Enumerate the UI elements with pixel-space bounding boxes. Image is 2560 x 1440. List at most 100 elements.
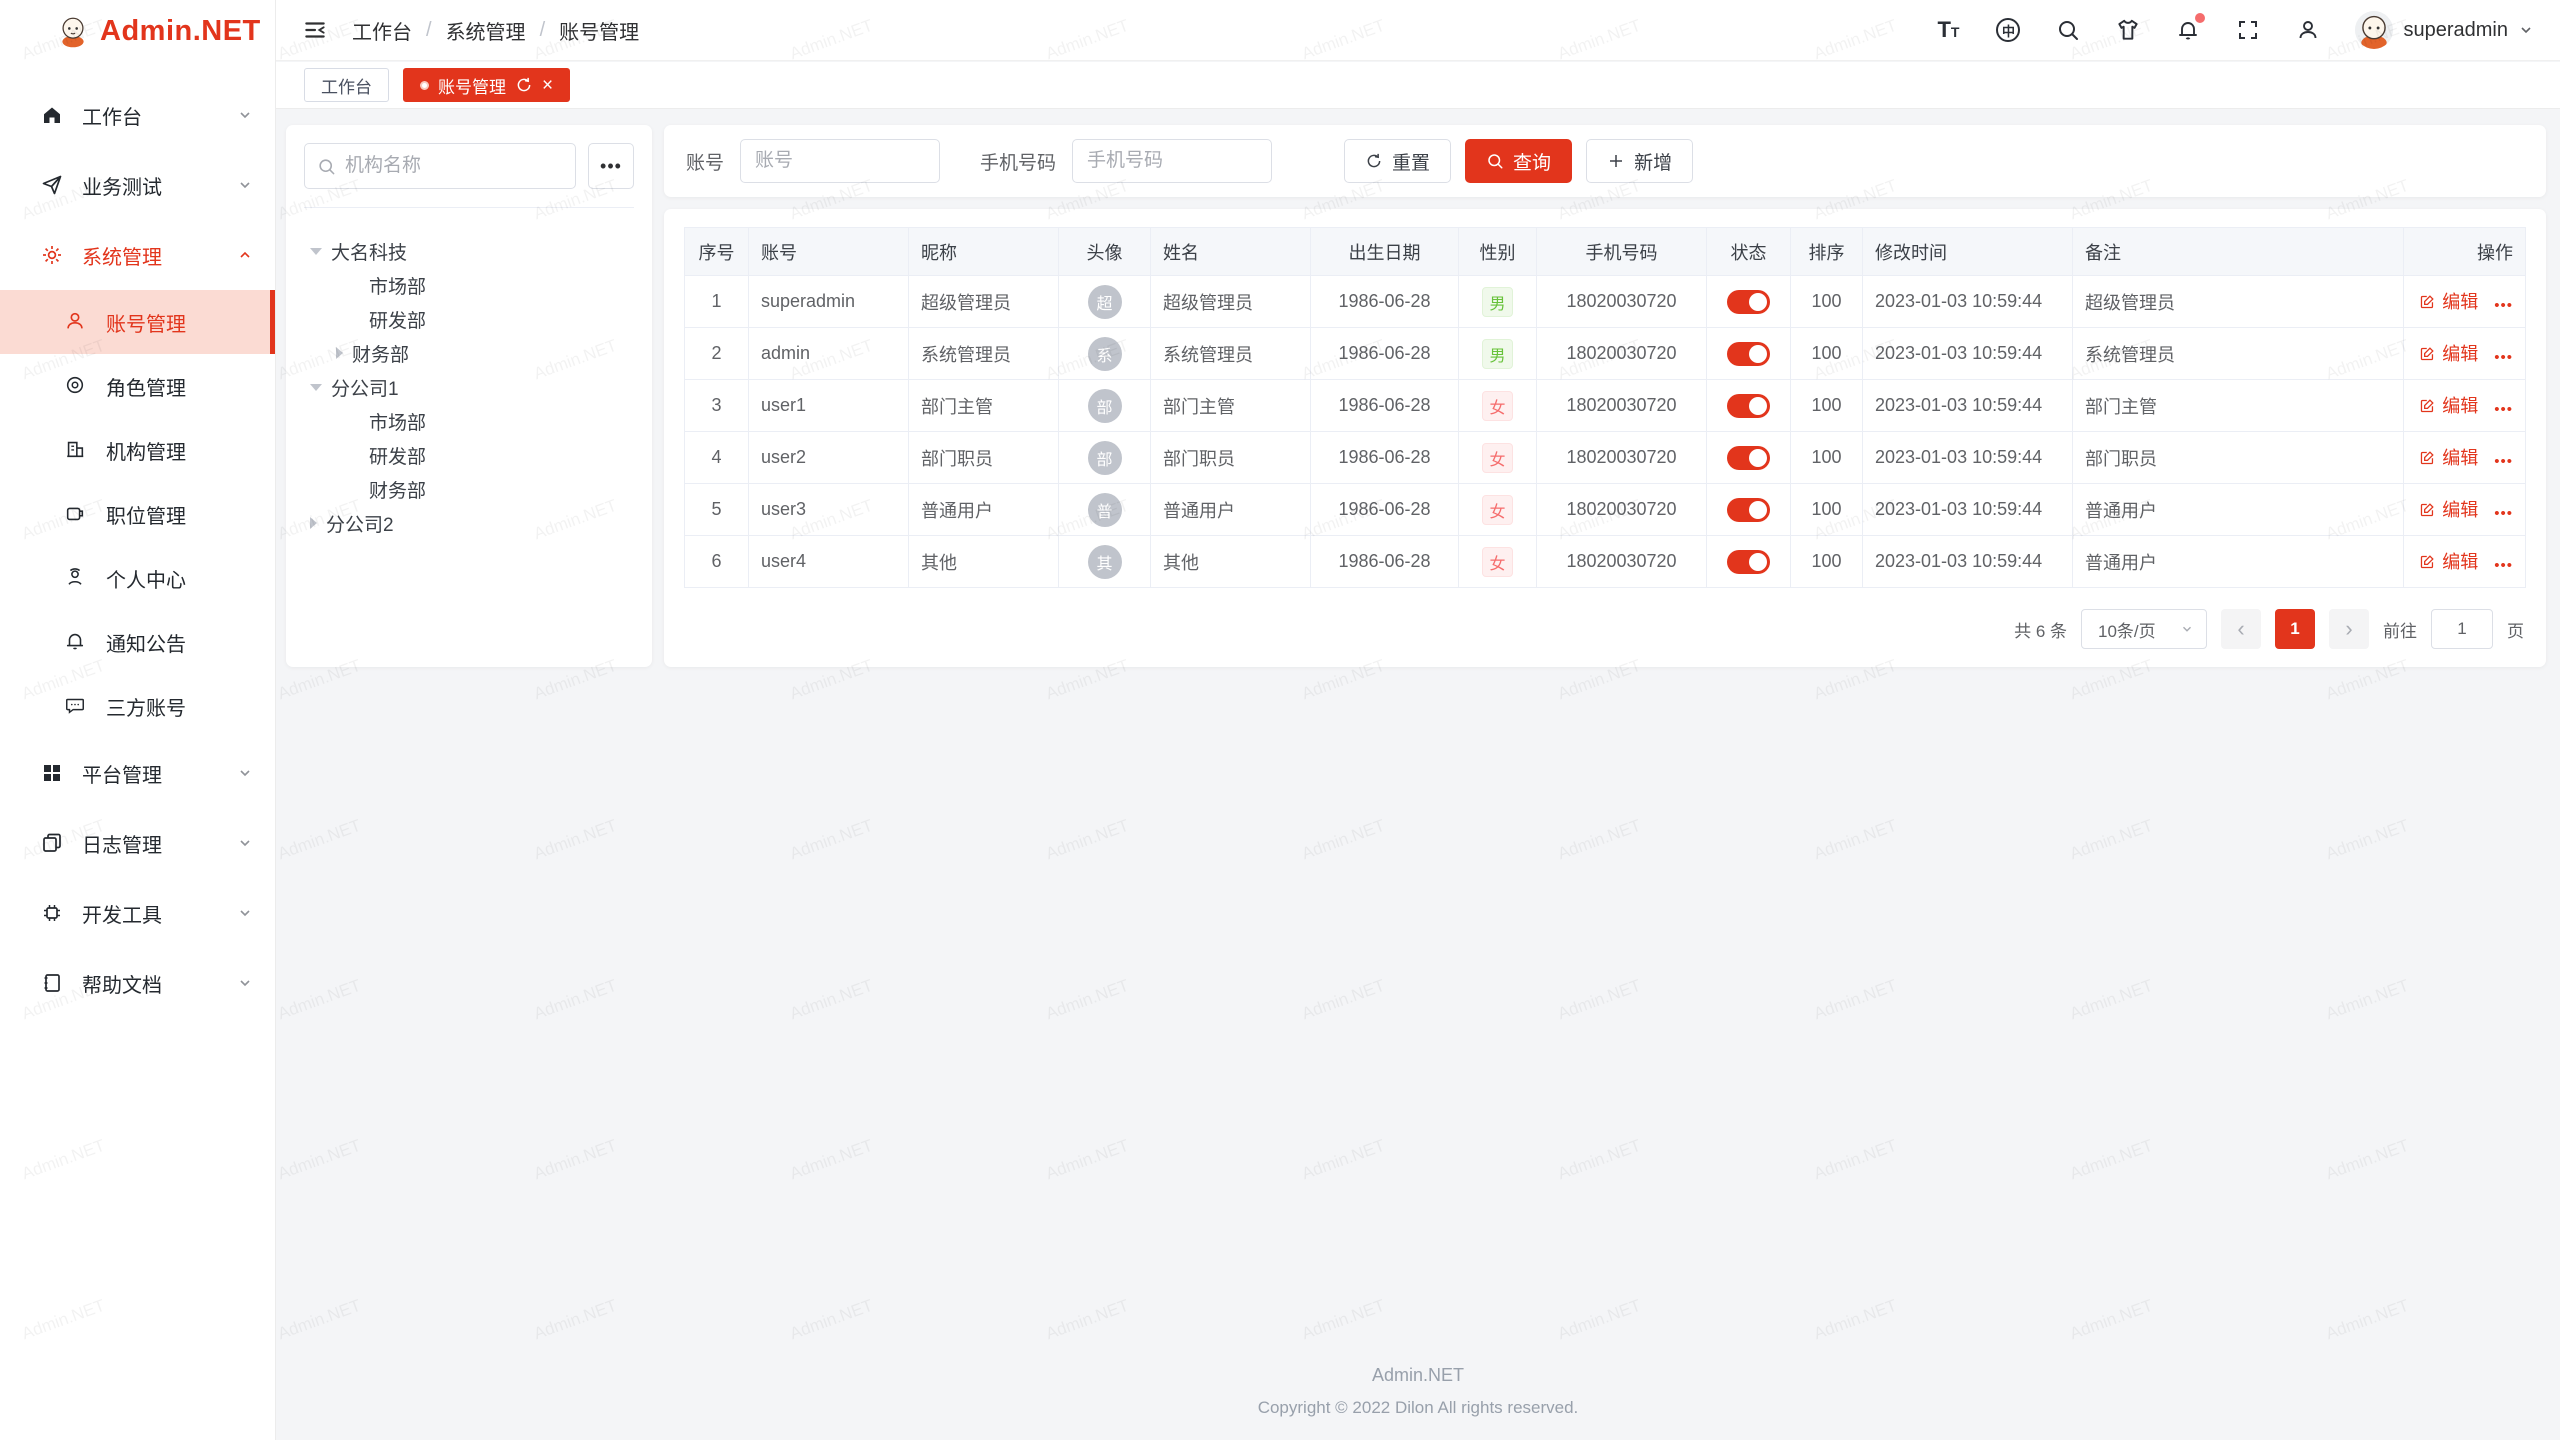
col-gender: 性别 <box>1459 228 1537 276</box>
col-ops: 操作 <box>2404 228 2526 276</box>
status-toggle[interactable] <box>1727 446 1770 470</box>
page-footer: Admin.NET Copyright © 2022 Dilon All rig… <box>276 1365 2560 1418</box>
table-row: 4user2部门职员 部 部门职员1986-06-28 女 1802003072… <box>685 432 2526 484</box>
prev-page-button[interactable]: ‹ <box>2221 609 2261 649</box>
phone-label: 手机号码 <box>980 148 1056 175</box>
edit-button[interactable]: 编辑 <box>2419 340 2478 366</box>
status-toggle[interactable] <box>1727 498 1770 522</box>
chevron-down-icon <box>237 107 253 123</box>
tree-node[interactable]: 分公司1 <box>304 370 634 404</box>
col-avatar: 头像 <box>1059 228 1151 276</box>
table-row: 5user3普通用户 普 普通用户1986-06-28 女 1802003072… <box>685 484 2526 536</box>
caret-right-icon[interactable] <box>336 347 343 359</box>
sidebar-item-role-management[interactable]: 角色管理 <box>0 354 275 418</box>
theme-icon[interactable] <box>2115 17 2141 43</box>
sidebar-item-label: 工作台 <box>82 101 142 130</box>
sidebar-item-help-docs[interactable]: 帮助文档 <box>0 948 275 1018</box>
sidebar-item-label: 帮助文档 <box>82 969 162 998</box>
edit-button[interactable]: 编辑 <box>2419 392 2478 418</box>
close-icon[interactable]: × <box>542 76 553 95</box>
sidebar-item-business-test[interactable]: 业务测试 <box>0 150 275 220</box>
avatar: 部 <box>1088 441 1122 475</box>
search-icon[interactable] <box>2055 17 2081 43</box>
gender-badge: 男 <box>1482 287 1512 317</box>
tree-node[interactable]: 市场部 <box>304 404 634 438</box>
fullscreen-icon[interactable] <box>2235 17 2261 43</box>
person-circle-icon <box>64 566 88 590</box>
caret-down-icon[interactable] <box>310 384 322 391</box>
tree-node[interactable]: 研发部 <box>304 302 634 336</box>
gender-badge: 女 <box>1482 391 1512 421</box>
more-actions-button[interactable]: ••• <box>2494 349 2513 366</box>
user-icon <box>64 310 88 334</box>
tag-account-management[interactable]: 账号管理 × <box>403 68 570 102</box>
next-page-button[interactable]: › <box>2329 609 2369 649</box>
sidebar-item-account-management[interactable]: 账号管理 <box>0 290 275 354</box>
tree-node[interactable]: 研发部 <box>304 438 634 472</box>
org-search-input[interactable] <box>345 155 563 177</box>
sidebar-item-post-management[interactable]: 职位管理 <box>0 482 275 546</box>
sidebar: Admin.NET 工作台 业务测试 系统管理 账号管理 角色管理 机构管理 <box>0 0 276 1440</box>
caret-down-icon[interactable] <box>310 248 322 255</box>
edit-button[interactable]: 编辑 <box>2419 548 2478 574</box>
profile-icon[interactable] <box>2295 17 2321 43</box>
search-button[interactable]: 查询 <box>1465 139 1572 183</box>
chip-icon <box>40 901 64 925</box>
status-toggle[interactable] <box>1727 290 1770 314</box>
status-toggle[interactable] <box>1727 342 1770 366</box>
col-status: 状态 <box>1707 228 1791 276</box>
sidebar-item-dev-tools[interactable]: 开发工具 <box>0 878 275 948</box>
page-1-button[interactable]: 1 <box>2275 609 2315 649</box>
edit-button[interactable]: 编辑 <box>2419 288 2478 314</box>
status-toggle[interactable] <box>1727 394 1770 418</box>
edit-button[interactable]: 编辑 <box>2419 496 2478 522</box>
breadcrumb-item[interactable]: 系统管理 <box>446 16 526 45</box>
goto-page-input[interactable] <box>2431 609 2493 649</box>
refresh-icon[interactable] <box>515 76 533 94</box>
sidebar-item-personal-center[interactable]: 个人中心 <box>0 546 275 610</box>
col-mtime: 修改时间 <box>1863 228 2073 276</box>
sidebar-item-label: 三方账号 <box>106 692 186 721</box>
notification-icon[interactable] <box>2175 17 2201 43</box>
sidebar-item-system-management[interactable]: 系统管理 <box>0 220 275 290</box>
more-actions-button[interactable]: ••• <box>2494 401 2513 418</box>
caret-right-icon[interactable] <box>310 517 317 529</box>
main-content: ••• 大名科技 市场部 研发部 财务部 分公司1 市场部 研发部 财务部 分公… <box>276 109 2560 1440</box>
page-size-select[interactable]: 10条/页 <box>2081 609 2207 649</box>
sidebar-item-notice[interactable]: 通知公告 <box>0 610 275 674</box>
sidebar-item-workbench[interactable]: 工作台 <box>0 80 275 150</box>
tag-workbench[interactable]: 工作台 <box>304 68 389 102</box>
sidebar-item-org-management[interactable]: 机构管理 <box>0 418 275 482</box>
more-actions-button[interactable]: ••• <box>2494 453 2513 470</box>
logo[interactable]: Admin.NET <box>0 0 275 62</box>
chevron-down-icon <box>237 905 253 921</box>
avatar: 超 <box>1088 285 1122 319</box>
sidebar-item-platform-management[interactable]: 平台管理 <box>0 738 275 808</box>
more-actions-button[interactable]: ••• <box>2494 557 2513 574</box>
reset-button[interactable]: 重置 <box>1344 139 1451 183</box>
status-toggle[interactable] <box>1727 550 1770 574</box>
edit-button[interactable]: 编辑 <box>2419 444 2478 470</box>
sidebar-item-third-account[interactable]: 三方账号 <box>0 674 275 738</box>
more-actions-button[interactable]: ••• <box>2494 505 2513 522</box>
search-icon <box>1486 152 1504 170</box>
breadcrumb-item[interactable]: 工作台 <box>352 16 412 45</box>
tree-node[interactable]: 财务部 <box>304 336 634 370</box>
tree-node[interactable]: 市场部 <box>304 268 634 302</box>
user-menu[interactable]: superadmin <box>2355 11 2534 49</box>
org-search-box[interactable] <box>304 143 576 189</box>
collapse-menu-icon[interactable] <box>302 17 328 43</box>
font-size-icon[interactable]: TT <box>1935 17 1961 43</box>
tree-node[interactable]: 大名科技 <box>304 234 634 268</box>
gear-icon <box>40 243 64 267</box>
tree-node[interactable]: 分公司2 <box>304 506 634 540</box>
sidebar-item-log-management[interactable]: 日志管理 <box>0 808 275 878</box>
breadcrumb-item[interactable]: 账号管理 <box>559 16 639 45</box>
add-button[interactable]: 新增 <box>1586 139 1693 183</box>
phone-input[interactable] <box>1072 139 1272 183</box>
more-actions-button[interactable]: ••• <box>2494 297 2513 314</box>
tree-node[interactable]: 财务部 <box>304 472 634 506</box>
org-more-button[interactable]: ••• <box>588 143 634 189</box>
language-icon[interactable]: 中 <box>1995 17 2021 43</box>
account-input[interactable] <box>740 139 940 183</box>
